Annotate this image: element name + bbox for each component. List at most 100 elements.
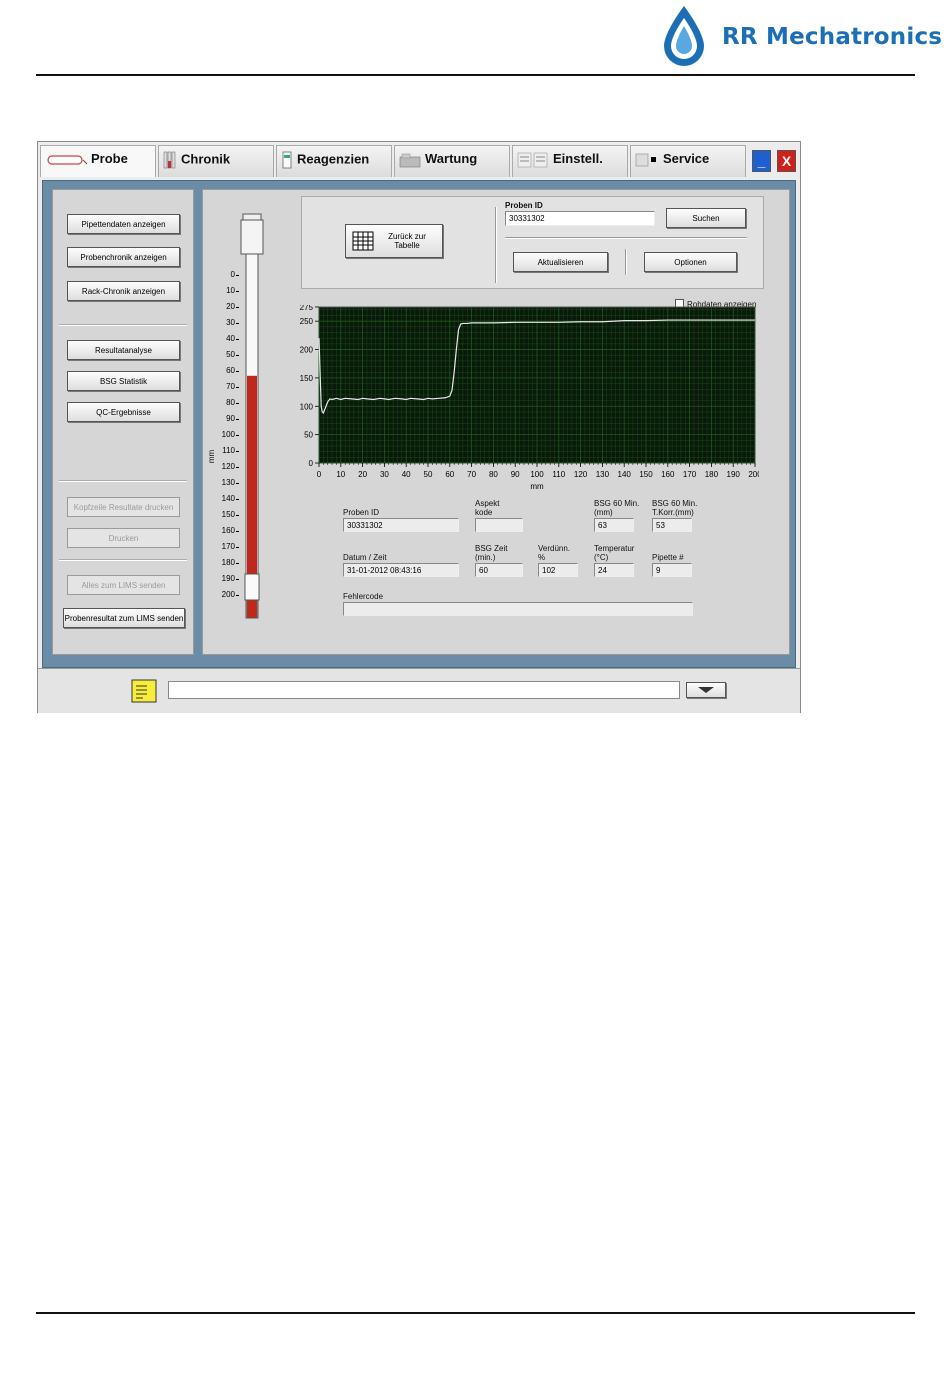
x-tick-label: 130 [596,470,610,479]
bsg60-korr-label: BSG 60 Min. T.Korr.(mm) [652,499,698,517]
verduenn-field: 102 [538,563,578,577]
tube-tick-mark [236,579,239,580]
print-button[interactable]: Drucken [67,528,180,548]
back-to-table-label: Zurück zur Tabelle [388,232,426,250]
tube-tick-mark [236,467,239,468]
print-result-header-button[interactable]: Kopfzeile Resultate drucken [67,497,180,517]
options-button[interactable]: Optionen [644,252,737,272]
search-button[interactable]: Suchen [666,208,746,228]
tube-tick-label: 170 [221,542,235,551]
tube-tick-label: 180 [221,558,235,567]
back-to-table-button[interactable]: Zurück zur Tabelle [345,224,443,258]
tube-tick-label: 60 [226,366,235,375]
bsg-zeit-field: 60 [475,563,523,577]
x-tick-label: 120 [574,470,588,479]
show-pipette-data-button[interactable]: Pipettendaten anzeigen [67,214,180,234]
qc-results-button[interactable]: QC-Ergebnisse [67,402,180,422]
tab-wartung[interactable]: Wartung [394,145,510,177]
x-tick-label: 30 [380,470,389,479]
service-icon [635,153,656,166]
tube-tick-label: 50 [226,350,235,359]
x-tick-label: 0 [317,470,322,479]
send-all-to-lims-button[interactable]: Alles zum LIMS senden [67,575,180,595]
x-axis-label: mm [530,482,544,491]
show-rack-history-button[interactable]: Rack-Chronik anzeigen [67,281,180,301]
tube-tick-mark [236,451,239,452]
x-tick-label: 40 [402,470,411,479]
x-tick-label: 20 [358,470,367,479]
tube-tick-label: 160 [221,526,235,535]
x-tick-label: 50 [424,470,433,479]
tab-einstell[interactable]: Einstell. [512,145,628,177]
tube-tick-label: 20 [226,302,235,311]
pipette-label: Pipette # [652,553,684,562]
tube-tick-label: 70 [226,382,235,391]
footer-rule [36,1312,915,1314]
tube-tick-mark [236,435,239,436]
tab-reagenzien[interactable]: Reagenzien [276,145,392,177]
bsg60-field: 63 [594,518,634,532]
tube-tick-label: 200 [221,590,235,599]
status-message-field[interactable] [168,681,680,699]
tube-tick-mark [236,307,239,308]
datum-zeit-label: Datum / Zeit [343,553,387,562]
main-area: 0 10 20 30 40 50 60 70 80 90 100 110 120 130 140 150 160… [202,189,790,655]
sidebar: Pipettendaten anzeigen Probenchronik anz… [52,189,194,655]
sidebar-divider [59,324,187,326]
x-tick-label: 180 [705,470,719,479]
x-tick-label: 190 [727,470,741,479]
brand-name: RR Mechatronics [722,24,943,50]
proben-id-label: Proben ID [505,201,543,210]
panel-divider [495,207,497,283]
pipette-field: 9 [652,563,692,577]
bsg60-korr-field: 53 [652,518,692,532]
notes-icon[interactable] [131,679,157,703]
bsg-zeit-label: BSG Zeit (min.) [475,544,508,562]
x-tick-label: 60 [445,470,454,479]
show-sample-history-button[interactable]: Probenchronik anzeigen [67,247,180,267]
tab-probe[interactable]: Probe [40,145,156,177]
result-analysis-button[interactable]: Resultatanalyse [67,340,180,360]
y-tick-label: 100 [300,402,314,411]
result-proben-id-label: Proben ID [343,508,380,517]
x-tick-label: 80 [489,470,498,479]
verduenn-label: Verdünn. % [538,544,571,562]
aspekt-label: Aspekt kode [475,499,500,517]
tube-tick-label: 90 [226,414,235,423]
proben-id-input[interactable]: 30331302 [505,211,655,226]
tube-tick-label: 190 [221,574,235,583]
send-sample-result-to-lims-button[interactable]: Probenresultat zum LIMS senden [63,608,185,628]
tube-tick-mark [236,499,239,500]
tab-service[interactable]: Service [630,145,746,177]
tube-tick-mark [236,371,239,372]
tube-tick-mark [236,339,239,340]
x-tick-label: 110 [552,470,565,479]
x-tick-label: 160 [661,470,675,479]
x-tick-label: 10 [336,470,345,479]
tube-tick-label: 130 [221,478,235,487]
y-tick-label: 150 [300,374,314,383]
esr-statistics-button[interactable]: BSG Statistik [67,371,180,391]
app-window: Probe Chronik Reagenzien Wartung Einstel… [37,141,801,713]
tube-tick-mark [236,275,239,276]
sample-icon [47,154,87,165]
table-icon [352,231,374,251]
x-tick-label: 170 [683,470,697,479]
refresh-button[interactable]: Aktualisieren [513,252,608,272]
y-tick-label: 275 [300,305,314,312]
result-proben-id-field: 30331302 [343,518,459,532]
history-icon [163,151,176,169]
minimize-button[interactable]: _ [752,150,771,172]
close-button[interactable]: X [777,150,796,172]
tube-tick-mark [236,531,239,532]
logo-drop-icon [664,6,704,66]
content-panel: Pipettendaten anzeigen Probenchronik anz… [42,180,796,668]
tube-tick-label: 10 [226,286,235,295]
status-dropdown-button[interactable] [686,682,726,698]
tab-chronik[interactable]: Chronik [158,145,274,177]
pipette-tube [240,213,264,619]
search-panel: Zurück zur Tabelle Proben ID 30331302 Su… [301,196,764,289]
y-tick-label: 200 [300,346,314,355]
x-tick-label: 90 [511,470,520,479]
fehlercode-field [343,602,693,616]
